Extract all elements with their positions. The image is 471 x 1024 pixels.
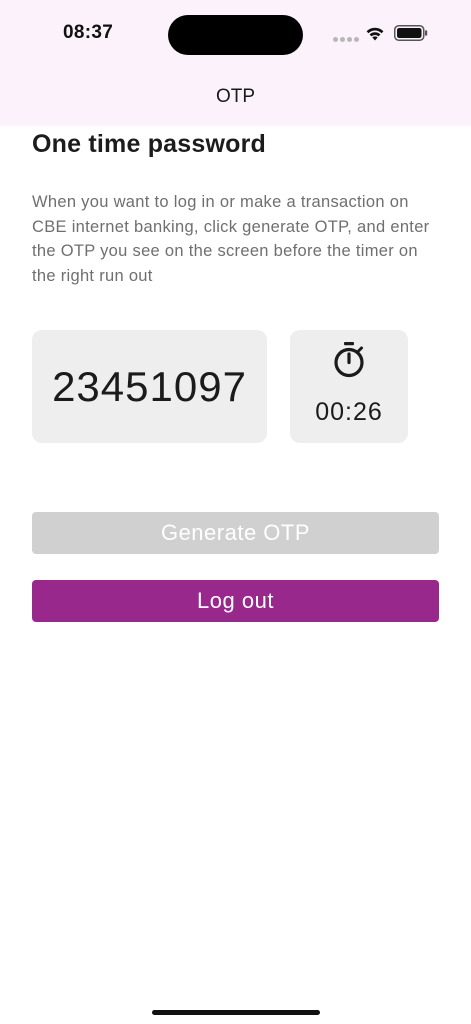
page-title: One time password [32,130,267,158]
timer-countdown: 00:26 [315,398,383,426]
log-out-button[interactable]: Log out [32,580,439,622]
stopwatch-icon [334,342,364,378]
status-time: 08:37 [63,22,114,43]
top-header-area: 08:37 OTP [0,0,471,126]
instructions-text: When you want to log in or make a transa… [32,193,430,285]
signal-icon [333,37,359,43]
wifi-icon [366,27,384,41]
battery-icon [394,25,428,41]
timer-card: 00:26 [290,330,408,443]
otp-code-card: 23451097 [32,330,267,443]
home-indicator[interactable] [152,1010,320,1015]
dynamic-island [168,15,303,55]
otp-code: 23451097 [52,362,247,410]
nav-title: OTP [215,86,256,107]
generate-otp-button[interactable]: Generate OTP [32,512,439,554]
